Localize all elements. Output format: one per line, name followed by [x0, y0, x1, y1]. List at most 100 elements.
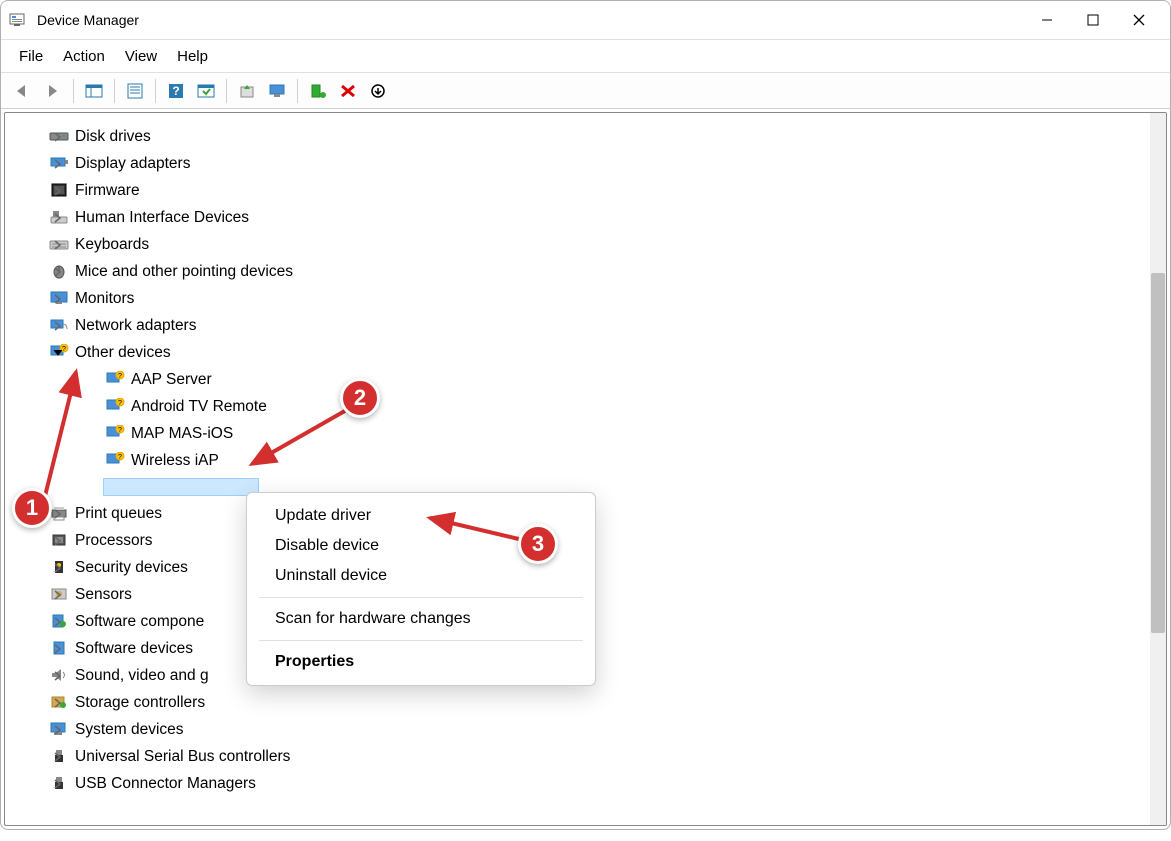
window-title: Device Manager	[37, 12, 1024, 28]
tree-label: Disk drives	[75, 128, 151, 146]
chevron-right-icon[interactable]	[51, 642, 65, 656]
svg-text:?: ?	[118, 427, 122, 434]
tree-item-other-devices[interactable]: ? Other devices	[25, 339, 1166, 366]
update-driver-button[interactable]	[233, 77, 261, 105]
tree-item-map-mas[interactable]: ? MAP MAS-iOS	[25, 420, 1166, 447]
tree-item-display-adapters[interactable]: Display adapters	[25, 150, 1166, 177]
tree-item-keyboards[interactable]: Keyboards	[25, 231, 1166, 258]
tree-label: Storage controllers	[75, 694, 205, 712]
tree-label: Sound, video and g	[75, 667, 209, 685]
chevron-right-icon[interactable]	[51, 507, 65, 521]
help-button[interactable]: ?	[162, 77, 190, 105]
chevron-right-icon[interactable]	[51, 669, 65, 683]
down-button[interactable]	[364, 77, 392, 105]
tree-label: Monitors	[75, 290, 134, 308]
forward-button[interactable]	[39, 77, 67, 105]
tree-item-storage[interactable]: Storage controllers	[25, 689, 1166, 716]
ctx-uninstall-device[interactable]: Uninstall device	[247, 561, 595, 591]
chevron-right-icon[interactable]	[51, 615, 65, 629]
separator	[226, 79, 227, 103]
monitor-button[interactable]	[263, 77, 291, 105]
chevron-right-icon[interactable]	[51, 130, 65, 144]
menu-view[interactable]: View	[115, 44, 167, 69]
tree-item-disk-drives[interactable]: Disk drives	[25, 123, 1166, 150]
tree-label: Human Interface Devices	[75, 209, 249, 227]
tree-item-hid[interactable]: Human Interface Devices	[25, 204, 1166, 231]
vertical-scrollbar[interactable]	[1150, 113, 1166, 825]
chevron-right-icon[interactable]	[51, 723, 65, 737]
svg-text:?: ?	[118, 400, 122, 407]
chevron-right-icon[interactable]	[51, 534, 65, 548]
tree-label: Security devices	[75, 559, 188, 577]
annotation-1: 1	[12, 488, 52, 528]
separator	[73, 79, 74, 103]
tree-item-mice[interactable]: Mice and other pointing devices	[25, 258, 1166, 285]
menubar: File Action View Help	[1, 39, 1170, 73]
tree-item-usb-controllers[interactable]: Universal Serial Bus controllers	[25, 743, 1166, 770]
chevron-right-icon[interactable]	[51, 561, 65, 575]
tree-item-android-tv[interactable]: ? Android TV Remote	[25, 393, 1166, 420]
uninstall-button[interactable]	[334, 77, 362, 105]
chevron-right-icon[interactable]	[51, 238, 65, 252]
tree-label: Mice and other pointing devices	[75, 263, 293, 281]
chevron-right-icon[interactable]	[51, 157, 65, 171]
maximize-button[interactable]	[1070, 4, 1116, 36]
close-button[interactable]	[1116, 4, 1162, 36]
chevron-right-icon[interactable]	[51, 184, 65, 198]
menu-help[interactable]: Help	[167, 44, 218, 69]
svg-text:?: ?	[172, 84, 179, 98]
ctx-scan[interactable]: Scan for hardware changes	[247, 604, 595, 634]
back-button[interactable]	[9, 77, 37, 105]
chevron-right-icon[interactable]	[51, 319, 65, 333]
tree-item-selected-blank[interactable]	[103, 478, 259, 496]
tree-item-aap-server[interactable]: ? AAP Server	[25, 366, 1166, 393]
tree-item-network[interactable]: Network adapters	[25, 312, 1166, 339]
show-hide-button[interactable]	[80, 77, 108, 105]
menu-action[interactable]: Action	[53, 44, 115, 69]
enable-button[interactable]	[304, 77, 332, 105]
unknown-device-icon: ?	[105, 425, 125, 443]
tree-label: System devices	[75, 721, 184, 739]
tree-label: Software devices	[75, 640, 193, 658]
device-tree: Disk drives Display adapters Firmware Hu…	[5, 113, 1166, 807]
tree-label: Universal Serial Bus controllers	[75, 748, 290, 766]
minimize-button[interactable]	[1024, 4, 1070, 36]
unknown-device-icon: ?	[105, 452, 125, 470]
unknown-device-icon: ?	[105, 371, 125, 389]
unknown-device-icon: ?	[105, 398, 125, 416]
tree-item-monitors[interactable]: Monitors	[25, 285, 1166, 312]
chevron-right-icon[interactable]	[51, 292, 65, 306]
toolbar: ?	[1, 73, 1170, 109]
tree-item-wireless-iap[interactable]: ? Wireless iAP	[25, 447, 1166, 474]
tree-item-firmware[interactable]: Firmware	[25, 177, 1166, 204]
separator	[259, 597, 583, 598]
scrollbar-thumb[interactable]	[1151, 273, 1165, 633]
tree-label: Processors	[75, 532, 153, 550]
tree-label: Print queues	[75, 505, 162, 523]
tree-label: Firmware	[75, 182, 140, 200]
tree-item-usb-connector[interactable]: USB Connector Managers	[25, 770, 1166, 797]
separator	[259, 640, 583, 641]
chevron-right-icon[interactable]	[51, 777, 65, 791]
chevron-right-icon[interactable]	[51, 696, 65, 710]
scan-button[interactable]	[192, 77, 220, 105]
tree-item-system[interactable]: System devices	[25, 716, 1166, 743]
content-area: Disk drives Display adapters Firmware Hu…	[4, 112, 1167, 826]
chevron-right-icon[interactable]	[51, 265, 65, 279]
chevron-right-icon[interactable]	[51, 750, 65, 764]
properties-button[interactable]	[121, 77, 149, 105]
menu-file[interactable]: File	[9, 44, 53, 69]
tree-label: Other devices	[75, 344, 171, 362]
chevron-down-icon[interactable]	[51, 346, 65, 360]
separator	[155, 79, 156, 103]
app-icon	[9, 12, 27, 28]
separator	[114, 79, 115, 103]
titlebar: Device Manager	[1, 1, 1170, 39]
separator	[297, 79, 298, 103]
window-controls	[1024, 4, 1162, 36]
device-manager-window: Device Manager File Action View Help ?	[0, 0, 1171, 830]
tree-label: Sensors	[75, 586, 132, 604]
chevron-right-icon[interactable]	[51, 588, 65, 602]
chevron-right-icon[interactable]	[51, 211, 65, 225]
ctx-properties[interactable]: Properties	[247, 647, 595, 677]
